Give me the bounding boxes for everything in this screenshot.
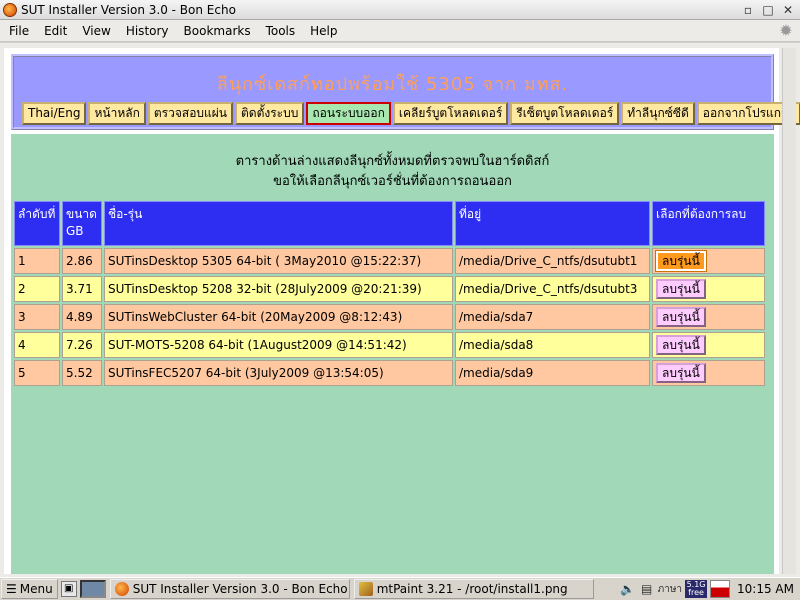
menu-edit[interactable]: Edit xyxy=(35,24,73,38)
row-size: 5.52 xyxy=(62,360,102,386)
nav-reset-bootloader[interactable]: รีเซ็ตบูตโหลดเดอร์ xyxy=(510,102,620,125)
throbber-icon: ✹ xyxy=(779,21,793,40)
table-row: 5 5.52 SUTinsFEC5207 64-bit (3July2009 @… xyxy=(14,360,765,386)
menu-tools[interactable]: Tools xyxy=(257,24,302,38)
instructions: ตารางด้านล่างแสดงลีนุกซ์ทั้งหมดที่ตรวจพบ… xyxy=(11,152,774,192)
header-size-unit: GB xyxy=(66,224,84,238)
memory-label: free xyxy=(688,588,704,597)
nav-bar: Thai/Eng หน้าหลัก ตรวจสอบแผ่น ติดตั้งระบ… xyxy=(22,102,800,125)
nav-check-disk[interactable]: ตรวจสอบแผ่น xyxy=(147,102,233,125)
start-menu-button[interactable]: ☰ Menu xyxy=(1,579,58,599)
instruction-line-1: ตารางด้านล่างแสดงลีนุกซ์ทั้งหมดที่ตรวจพบ… xyxy=(235,154,550,169)
header-location: ที่อยู่ xyxy=(455,201,650,246)
row-name: SUTinsFEC5207 64-bit (3July2009 @13:54:0… xyxy=(104,360,453,386)
header-action: เลือกที่ต้องการลบ xyxy=(652,201,765,246)
web-page: ลีนุกซ์เดสก์ทอปพร้อมใช้ 5305 จาก มทส. Th… xyxy=(4,48,800,574)
maximize-icon[interactable]: □ xyxy=(760,2,776,18)
table-row: 2 3.71 SUTinsDesktop 5208 32-bit (28July… xyxy=(14,276,765,302)
row-name: SUTinsWebCluster 64-bit (20May2009 @8:12… xyxy=(104,304,453,330)
header-index: ลำดับที่ xyxy=(14,201,60,246)
taskbar: ☰ Menu ▣ SUT Installer Version 3.0 - Bon… xyxy=(0,577,800,600)
row-location: /media/Drive_C_ntfs/dsutubt1 xyxy=(455,248,650,274)
header-panel: ลีนุกซ์เดสก์ทอปพร้อมใช้ 5305 จาก มทส. Th… xyxy=(11,54,800,130)
vertical-scrollbar[interactable] xyxy=(782,48,796,574)
table-row: 3 4.89 SUTinsWebCluster 64-bit (20May200… xyxy=(14,304,765,330)
nav-home[interactable]: หน้าหลัก xyxy=(88,102,146,125)
menu-help[interactable]: Help xyxy=(301,24,343,38)
clock[interactable]: 10:15 AM xyxy=(733,582,800,596)
row-index: 3 xyxy=(14,304,60,330)
header-size-label: ขนาด xyxy=(66,207,97,221)
paint-icon xyxy=(358,582,373,596)
menu-view[interactable]: View xyxy=(73,24,116,38)
row-action: ลบรุ่นนี้ xyxy=(652,332,765,358)
table-row: 4 7.26 SUT-MOTS-5208 64-bit (1August2009… xyxy=(14,332,765,358)
row-size: 2.86 xyxy=(62,248,102,274)
nav-uninstall[interactable]: ถอนระบบออก xyxy=(306,102,391,125)
installed-versions-table: ลำดับที่ ขนาด GB ชื่อ-รุ่น ที่อยู่ เลือกท… xyxy=(12,199,767,388)
task-mtpaint[interactable]: mtPaint 3.21 - /root/install1.png xyxy=(353,579,594,599)
task-firefox[interactable]: SUT Installer Version 3.0 - Bon Echo xyxy=(109,579,350,599)
nav-install[interactable]: ติดตั้งระบบ xyxy=(235,102,305,125)
memory-indicator: 5.1G free xyxy=(685,580,708,598)
row-name: SUTinsDesktop 5305 64-bit ( 3May2010 @15… xyxy=(104,248,453,274)
close-icon[interactable]: ✕ xyxy=(780,2,796,18)
task-label: SUT Installer Version 3.0 - Bon Echo xyxy=(132,582,348,596)
nav-thai-eng[interactable]: Thai/Eng xyxy=(22,102,87,125)
row-name: SUTinsDesktop 5208 32-bit (28July2009 @2… xyxy=(104,276,453,302)
firefox-icon xyxy=(3,2,17,17)
minimize-icon[interactable]: ▫ xyxy=(740,2,756,18)
start-menu-label: Menu xyxy=(19,582,53,596)
row-location: /media/Drive_C_ntfs/dsutubt3 xyxy=(455,276,650,302)
row-size: 3.71 xyxy=(62,276,102,302)
cpu-meter-icon xyxy=(710,580,731,598)
menu-bookmarks[interactable]: Bookmarks xyxy=(175,24,257,38)
row-action: ลบรุ่นนี้ xyxy=(652,360,765,386)
header-size: ขนาด GB xyxy=(62,201,102,246)
delete-version-button[interactable]: ลบรุ่นนี้ xyxy=(656,279,706,299)
firefox-icon xyxy=(114,582,129,596)
task-label: mtPaint 3.21 - /root/install1.png xyxy=(376,582,568,596)
volume-icon[interactable]: 🔈 xyxy=(620,581,636,597)
menu-icon: ☰ xyxy=(6,582,17,596)
delete-version-button[interactable]: ลบรุ่นนี้ xyxy=(656,307,706,327)
menu-file[interactable]: File xyxy=(0,24,35,38)
network-icon[interactable]: ▤ xyxy=(639,581,655,597)
instruction-line-2: ขอให้เลือกลีนุกซ์เวอร์ชั่นที่ต้องการถอนอ… xyxy=(273,174,512,189)
main-panel: ตารางด้านล่างแสดงลีนุกซ์ทั้งหมดที่ตรวจพบ… xyxy=(11,134,774,574)
row-name: SUT-MOTS-5208 64-bit (1August2009 @14:51… xyxy=(104,332,453,358)
workspace-pager[interactable] xyxy=(79,580,106,598)
row-index: 1 xyxy=(14,248,60,274)
row-index: 2 xyxy=(14,276,60,302)
nav-make-cd[interactable]: ทำลีนุกซ์ซีดี xyxy=(621,102,695,125)
row-location: /media/sda9 xyxy=(455,360,650,386)
row-index: 5 xyxy=(14,360,60,386)
row-action: ลบรุ่นนี้ xyxy=(652,304,765,330)
delete-version-button[interactable]: ลบรุ่นนี้ xyxy=(656,363,706,383)
delete-version-button[interactable]: ลบรุ่นนี้ xyxy=(656,335,706,355)
browser-viewport: ลีนุกซ์เดสก์ทอปพร้อมใช้ 5305 จาก มทส. Th… xyxy=(0,43,800,577)
row-index: 4 xyxy=(14,332,60,358)
header-name: ชื่อ-รุ่น xyxy=(104,201,453,246)
row-location: /media/sda7 xyxy=(455,304,650,330)
row-size: 7.26 xyxy=(62,332,102,358)
row-location: /media/sda8 xyxy=(455,332,650,358)
row-action: ลบรุ่นนี้ xyxy=(652,276,765,302)
menu-history[interactable]: History xyxy=(117,24,175,38)
system-tray: 🔈 ▤ ภาษา 5.1G free 10:15 AM xyxy=(620,579,800,599)
window-title: SUT Installer Version 3.0 - Bon Echo xyxy=(21,2,236,17)
row-action: ลบรุ่นนี้ xyxy=(652,248,765,274)
page-title: ลีนุกซ์เดสก์ทอปพร้อมใช้ 5305 จาก มทส. xyxy=(216,74,569,95)
desktop-icon[interactable]: ▣ xyxy=(60,581,77,597)
row-size: 4.89 xyxy=(62,304,102,330)
menubar: File Edit View History Bookmarks Tools H… xyxy=(0,20,800,42)
keyboard-layout[interactable]: ภาษา xyxy=(658,582,682,597)
window-titlebar[interactable]: SUT Installer Version 3.0 - Bon Echo ▫ □… xyxy=(0,0,800,20)
delete-version-button[interactable]: ลบรุ่นนี้ xyxy=(655,250,707,272)
table-row: 1 2.86 SUTinsDesktop 5305 64-bit ( 3May2… xyxy=(14,248,765,274)
nav-clear-bootloader[interactable]: เคลียร์บูตโหลดเดอร์ xyxy=(392,102,509,125)
